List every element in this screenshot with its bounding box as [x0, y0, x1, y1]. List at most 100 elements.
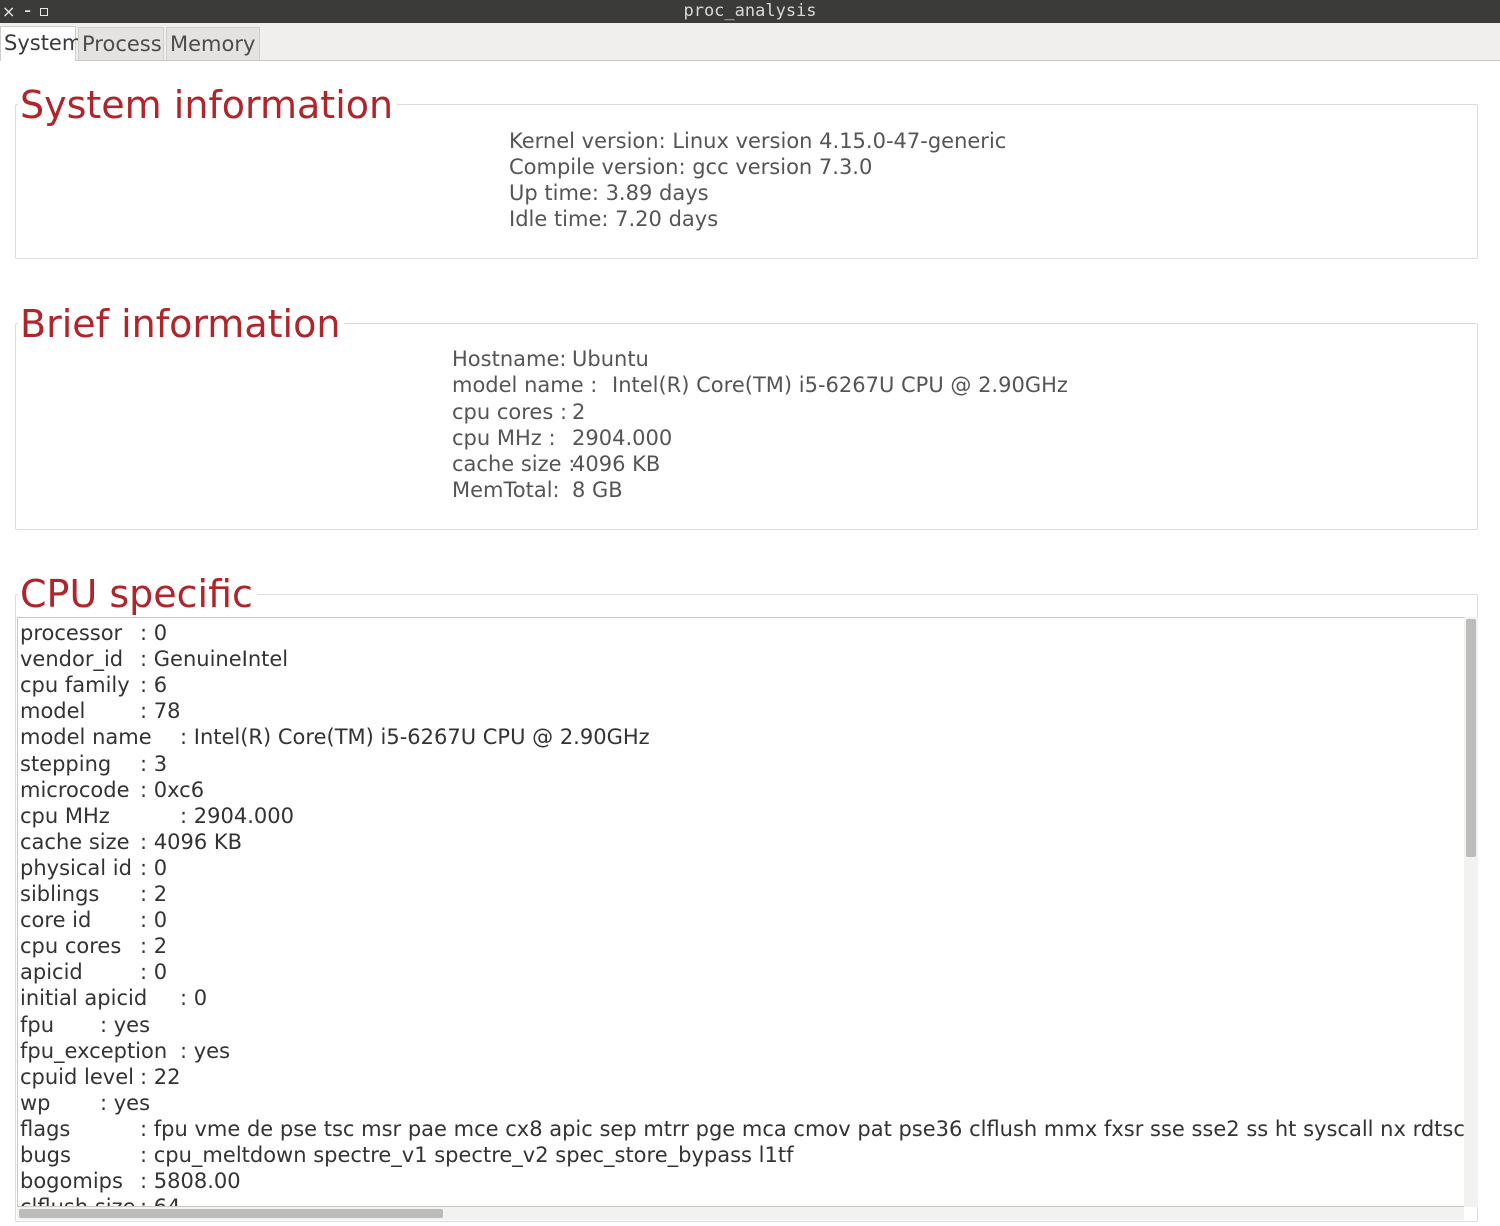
kernel-version-line: Kernel version: Linux version 4.15.0-47-… — [509, 129, 1007, 153]
brief-key: model name : — [452, 373, 598, 397]
horizontal-scrollbar[interactable] — [17, 1207, 1464, 1220]
brief-information-title: Brief information — [18, 302, 345, 346]
brief-key: Hostname: — [452, 347, 567, 371]
cpuinfo-key: core id — [20, 908, 92, 933]
cpuinfo-line: initial apicid : 0 — [20, 985, 207, 1011]
cpuinfo-value: : yes — [100, 1012, 151, 1037]
cpuinfo-line: model : 78 — [20, 698, 180, 724]
window-title-bar: × – proc_analysis — [0, 0, 1500, 23]
brief-value: 2 — [572, 400, 586, 424]
cpuinfo-value: : 3 — [140, 751, 168, 776]
cpuinfo-key: cpu family — [20, 673, 130, 698]
cpuinfo-key: fpu_exception — [20, 1038, 168, 1063]
cpuinfo-line: flags : fpu vme de pse tsc msr pae mce cx… — [20, 1116, 1466, 1142]
cpuinfo-key: bugs — [20, 1143, 71, 1167]
brief-key: MemTotal: — [452, 478, 560, 502]
cpuinfo-line: fpu_exception : yes — [20, 1038, 230, 1064]
cpuinfo-line: cpu family : 6 — [20, 672, 167, 698]
brief-key: cpu MHz : — [452, 426, 556, 450]
cpuinfo-value: : 78 — [140, 699, 181, 724]
system-information-title: System information — [18, 83, 398, 127]
vertical-scrollbar[interactable] — [1464, 617, 1478, 1207]
tab-bar: System Process Memory — [0, 23, 1500, 61]
cpuinfo-key: stepping — [20, 751, 112, 776]
brief-value: Ubuntu — [572, 347, 649, 371]
cpuinfo-line: cpu MHz : 2904.000 — [20, 803, 294, 829]
cpuinfo-value: : yes — [180, 1038, 231, 1063]
vertical-scrollbar-thumb[interactable] — [1466, 619, 1476, 857]
cpuinfo-value: : 0 — [140, 621, 168, 645]
brief-key: cpu cores : — [452, 400, 568, 424]
cpuinfo-value: : 22 — [140, 1064, 181, 1089]
cpuinfo-key: clflush size — [20, 1195, 136, 1206]
cpuinfo-key: microcode — [20, 777, 130, 802]
cpuinfo-line: core id : 0 — [20, 907, 167, 933]
brief-information-group — [15, 323, 1478, 530]
brief-key: cache size : — [452, 452, 576, 476]
cpuinfo-line: model name : Intel(R) Core(TM) i5-6267U C… — [20, 724, 650, 750]
cpuinfo-line: siblings : 2 — [20, 881, 167, 907]
cpuinfo-key: flags — [20, 1116, 71, 1141]
cpuinfo-key: initial apicid — [20, 986, 148, 1011]
cpuinfo-line: microcode : 0xc6 — [20, 777, 204, 803]
cpuinfo-value: : Intel(R) Core(TM) i5-6267U CPU @ 2.90G… — [180, 725, 650, 750]
cpuinfo-key: model name — [20, 725, 152, 750]
cpuinfo-value: : 0 — [140, 960, 168, 985]
brief-value: 4096 KB — [572, 452, 661, 476]
cpuinfo-value: : 5808.00 — [140, 1169, 241, 1194]
cpuinfo-value: : 0 — [140, 855, 168, 880]
brief-value: 2904.000 — [572, 426, 673, 450]
cpuinfo-value: : 2904.000 — [180, 803, 294, 828]
cpuinfo-key: wp — [20, 1090, 51, 1115]
cpuinfo-key: apicid — [20, 960, 83, 985]
idle-time-line: Idle time: 7.20 days — [509, 207, 719, 231]
cpuinfo-value: : 2 — [140, 934, 168, 959]
window-title: proc_analysis — [683, 1, 817, 21]
cpuinfo-key: vendor_id — [20, 647, 124, 672]
cpuinfo-key: processor — [20, 621, 123, 645]
brief-value: 8 GB — [572, 478, 623, 502]
cpuinfo-key: bogomips — [20, 1169, 123, 1194]
cpuinfo-line: bogomips : 5808.00 — [20, 1168, 241, 1194]
horizontal-scrollbar-thumb[interactable] — [19, 1209, 443, 1218]
cpuinfo-key: physical id — [20, 855, 132, 880]
tab-system[interactable]: System — [0, 26, 82, 61]
tab-process[interactable]: Process — [78, 27, 164, 60]
cpuinfo-line: apicid : 0 — [20, 959, 167, 985]
cpuinfo-key: cpu cores — [20, 934, 122, 959]
cpuinfo-value: : fpu vme de pse tsc msr pae mce cx8 api… — [140, 1116, 1467, 1141]
cpuinfo-line: cpu cores : 2 — [20, 933, 167, 959]
cpuinfo-value: : 0 — [180, 986, 208, 1011]
cpuinfo-line: clflush size : 64 — [20, 1194, 180, 1206]
cpuinfo-text-area[interactable]: processor: 0 vendor_id: GenuineIntel cpu f… — [17, 617, 1467, 1207]
cpuinfo-line: wp : yes — [20, 1090, 150, 1116]
cpuinfo-key: model — [20, 699, 86, 724]
cpuinfo-line: processor : 0 — [20, 620, 167, 646]
cpuinfo-value: : 0xc6 — [140, 777, 205, 802]
cpuinfo-value: : 2 — [140, 882, 168, 906]
brief-value: Intel(R) Core(TM) i5-6267U CPU @ 2.90GHz — [612, 373, 1068, 397]
cpuinfo-value: : yes — [100, 1090, 151, 1115]
cpuinfo-value: : cpu_meltdown spectre_v1 spectre_v2 spe… — [140, 1143, 794, 1167]
cpuinfo-key: siblings — [20, 882, 100, 906]
cpuinfo-key: cpu MHz — [20, 803, 110, 828]
cpuinfo-key: cpuid level — [20, 1064, 134, 1089]
cpuinfo-value: : 6 — [140, 673, 168, 698]
cpuinfo-line: physical id : 0 — [20, 855, 167, 881]
cpuinfo-key: fpu — [20, 1012, 55, 1037]
cpuinfo-value: : 64 — [140, 1194, 180, 1206]
cpuinfo-line: bugs : cpu_meltdown spectre_v1 spectre_v2… — [20, 1142, 793, 1168]
cpu-specific-title: CPU specific — [18, 572, 257, 616]
cpuinfo-value: : GenuineIntel — [140, 647, 289, 672]
up-time-line: Up time: 3.89 days — [509, 181, 709, 205]
cpuinfo-key: cache size — [20, 829, 130, 854]
cpuinfo-line: cache size : 4096 KB — [20, 829, 242, 855]
cpuinfo-value: : 4096 KB — [140, 829, 243, 854]
cpuinfo-value: : 0 — [140, 908, 168, 933]
cpuinfo-line: fpu : yes — [20, 1012, 150, 1038]
cpuinfo-line: vendor_id : GenuineIntel — [20, 646, 288, 672]
compile-version-line: Compile version: gcc version 7.3.0 — [509, 155, 873, 179]
cpuinfo-line: stepping : 3 — [20, 751, 167, 777]
cpuinfo-line: cpuid level: 22 — [20, 1064, 180, 1090]
tab-memory[interactable]: Memory — [166, 27, 260, 60]
